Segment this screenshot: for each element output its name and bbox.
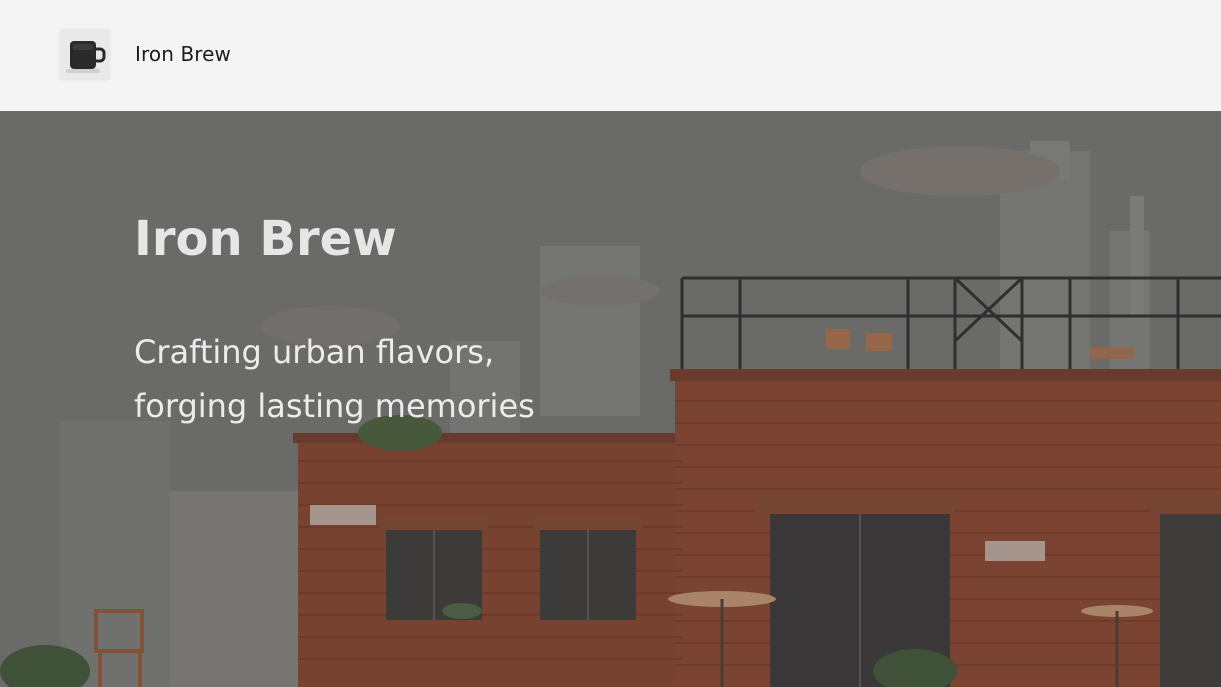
brand-name: Iron Brew xyxy=(135,42,232,66)
hero-title: Iron Brew xyxy=(134,211,397,267)
hero-subtitle-line-1: Crafting urban flavors, xyxy=(134,333,495,371)
hero-subtitle: Crafting urban flavors, forging lasting … xyxy=(134,325,654,433)
hero-subtitle-line-2: forging lasting memories xyxy=(134,387,535,425)
coffee-mug-icon xyxy=(60,29,110,79)
brand-link[interactable]: Iron Brew xyxy=(60,29,231,79)
top-navbar: Iron Brew xyxy=(0,0,1221,111)
hero-section: Iron Brew Crafting urban flavors, forgin… xyxy=(0,111,1221,687)
